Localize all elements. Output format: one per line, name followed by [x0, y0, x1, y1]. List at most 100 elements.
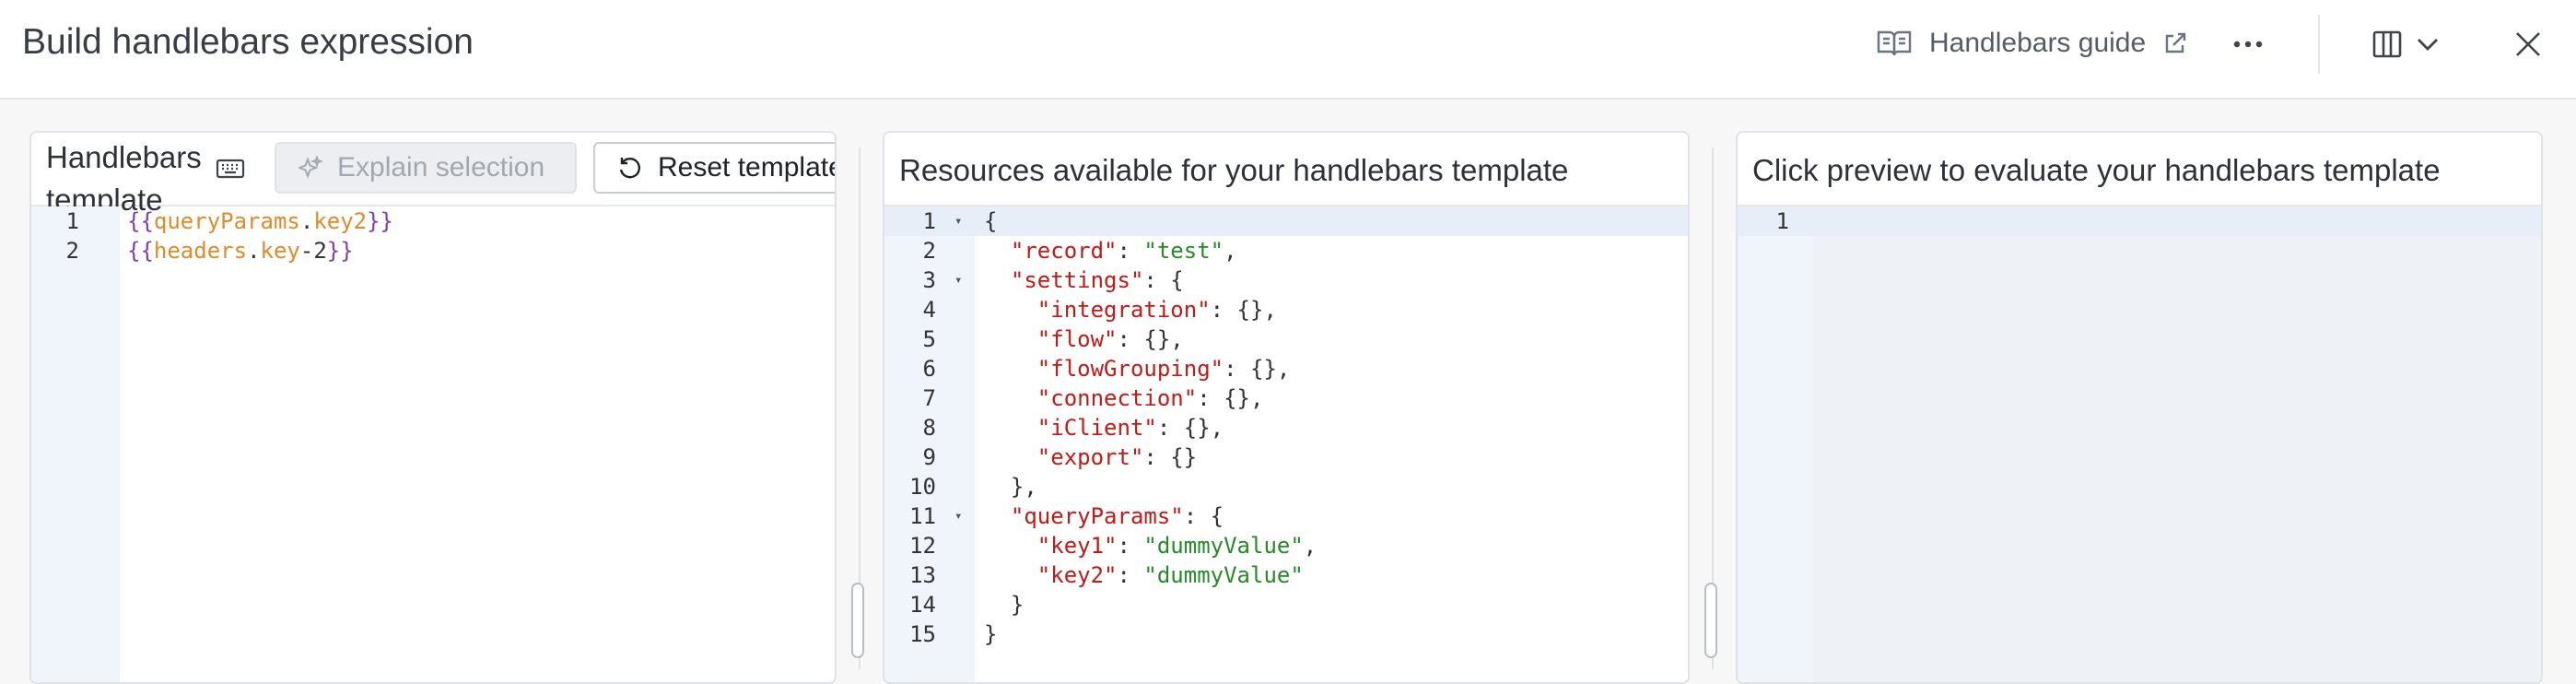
preview-area [1813, 206, 2541, 682]
code-text: } [984, 619, 997, 649]
reset-template-label: Reset template [658, 152, 837, 183]
line-number: 15 [909, 621, 936, 647]
code-text: "iClient": {}, [984, 413, 1224, 442]
code-token: headers [153, 238, 248, 264]
line-number: 5 [922, 326, 936, 352]
line-number: 1 [1775, 208, 1789, 234]
resources-panel: Resources available for your handlebars … [883, 131, 1690, 684]
preview-panel: Click preview to evaluate your handlebar… [1736, 131, 2543, 684]
template-code-editor[interactable]: 1 {{queryParams.key2}} 2 {{headers.key-2}} [31, 206, 835, 682]
code-line: 8 "iClient": {}, [884, 413, 1688, 442]
panel-header: Handlebars template Explain selection Re… [31, 133, 837, 217]
code-line: 7 "connection": {}, [884, 383, 1688, 413]
panel-title: Resources available for your handlebars … [899, 153, 1569, 187]
code-token: "iClient" [1036, 415, 1157, 441]
code-text: { [984, 206, 997, 236]
code-text: "flow": {}, [984, 324, 1184, 354]
resize-handle[interactable] [1704, 583, 1717, 658]
code-token: . [299, 208, 314, 234]
code-line: 3 ▾ "settings": { [884, 265, 1688, 295]
close-icon[interactable] [2508, 24, 2548, 65]
code-token: "key2" [1036, 562, 1118, 588]
chevron-down-icon [2416, 36, 2440, 53]
layout-toggle-button[interactable] [2371, 24, 2440, 65]
code-text: "key2": "dummyValue" [984, 560, 1304, 590]
code-token: "queryParams" [1010, 503, 1184, 529]
code-token: : {}, [1197, 385, 1264, 411]
handlebars-guide-link[interactable]: Handlebars guide [1876, 20, 2188, 66]
code-line: 12 "key1": "dummyValue", [884, 531, 1688, 560]
book-icon [1876, 28, 1913, 59]
line-number: 1 [922, 208, 936, 234]
code-text: "queryParams": { [984, 501, 1224, 531]
code-token: : [1117, 238, 1144, 264]
code-line: 11 ▾ "queryParams": { [884, 501, 1688, 531]
fold-toggle-icon[interactable]: ▾ [954, 206, 962, 236]
explain-selection-button[interactable]: Explain selection [275, 142, 577, 194]
line-number: 13 [909, 562, 936, 588]
explain-selection-label: Explain selection [337, 152, 545, 183]
code-token: "record" [1010, 238, 1118, 264]
line-number: 8 [922, 415, 936, 441]
line-number: 4 [922, 297, 936, 323]
code-line: 4 "integration": {}, [884, 295, 1688, 324]
line-number: 11 [909, 503, 936, 529]
code-token: }} [326, 238, 354, 264]
code-line: 2 {{headers.key-2}} [31, 236, 835, 265]
code-line: 15} [884, 619, 1688, 649]
undo-icon [617, 155, 643, 181]
line-number: 7 [922, 385, 936, 411]
resources-code-editor[interactable]: 1 ▾{2 "record": "test", 3 ▾ "settings": {4 … [884, 206, 1688, 682]
handlebars-guide-label: Handlebars guide [1929, 28, 2147, 58]
preview-code-editor[interactable]: 1 [1738, 206, 2541, 682]
code-token: {{ [127, 208, 154, 234]
code-token: : { [1143, 267, 1184, 293]
code-text: } [984, 590, 1024, 619]
line-number: 6 [922, 356, 936, 382]
line-number: 1 [65, 208, 79, 234]
line-gutter [1738, 206, 1813, 682]
code-token: { [984, 208, 998, 234]
line-number: 9 [922, 444, 936, 470]
keyboard-icon[interactable] [216, 155, 245, 183]
code-token: : {}, [1117, 326, 1184, 352]
code-token: "dummyValue" [1143, 562, 1304, 588]
code-line: 1 ▾ { [884, 206, 1688, 236]
code-line: 1 {{queryParams.key2}} [31, 206, 835, 236]
code-token: } [984, 621, 998, 647]
code-text: }, [984, 472, 1037, 501]
code-token: } [984, 592, 1025, 618]
code-token: "flowGrouping" [1036, 356, 1224, 382]
code-token: : [1117, 533, 1144, 559]
line-number: 10 [909, 474, 936, 500]
panel-header: Click preview to evaluate your handlebar… [1738, 133, 2541, 206]
code-text: "key1": "dummyValue", [984, 531, 1317, 560]
external-link-icon [2162, 30, 2188, 56]
fold-toggle-icon[interactable]: ▾ [954, 265, 962, 295]
code-line: 14 } [884, 590, 1688, 619]
code-text: "connection": {}, [984, 383, 1264, 413]
resize-handle[interactable] [851, 583, 864, 658]
code-line: 6 "flowGrouping": {}, [884, 354, 1688, 383]
line-number: 14 [909, 592, 936, 618]
code-text: "integration": {}, [984, 295, 1277, 324]
code-token: : {} [1143, 444, 1198, 470]
fold-toggle-icon[interactable]: ▾ [954, 501, 962, 531]
more-options-icon[interactable] [2222, 26, 2274, 63]
line-number: 2 [922, 238, 936, 264]
line-number: 12 [909, 533, 936, 559]
header-divider [2318, 15, 2320, 74]
code-token: "key1" [1036, 533, 1118, 559]
code-token: : {}, [1224, 356, 1291, 382]
code-text: "export": {} [984, 442, 1197, 472]
reset-template-button[interactable]: Reset template [593, 142, 837, 194]
code-token: "integration" [1036, 297, 1211, 323]
